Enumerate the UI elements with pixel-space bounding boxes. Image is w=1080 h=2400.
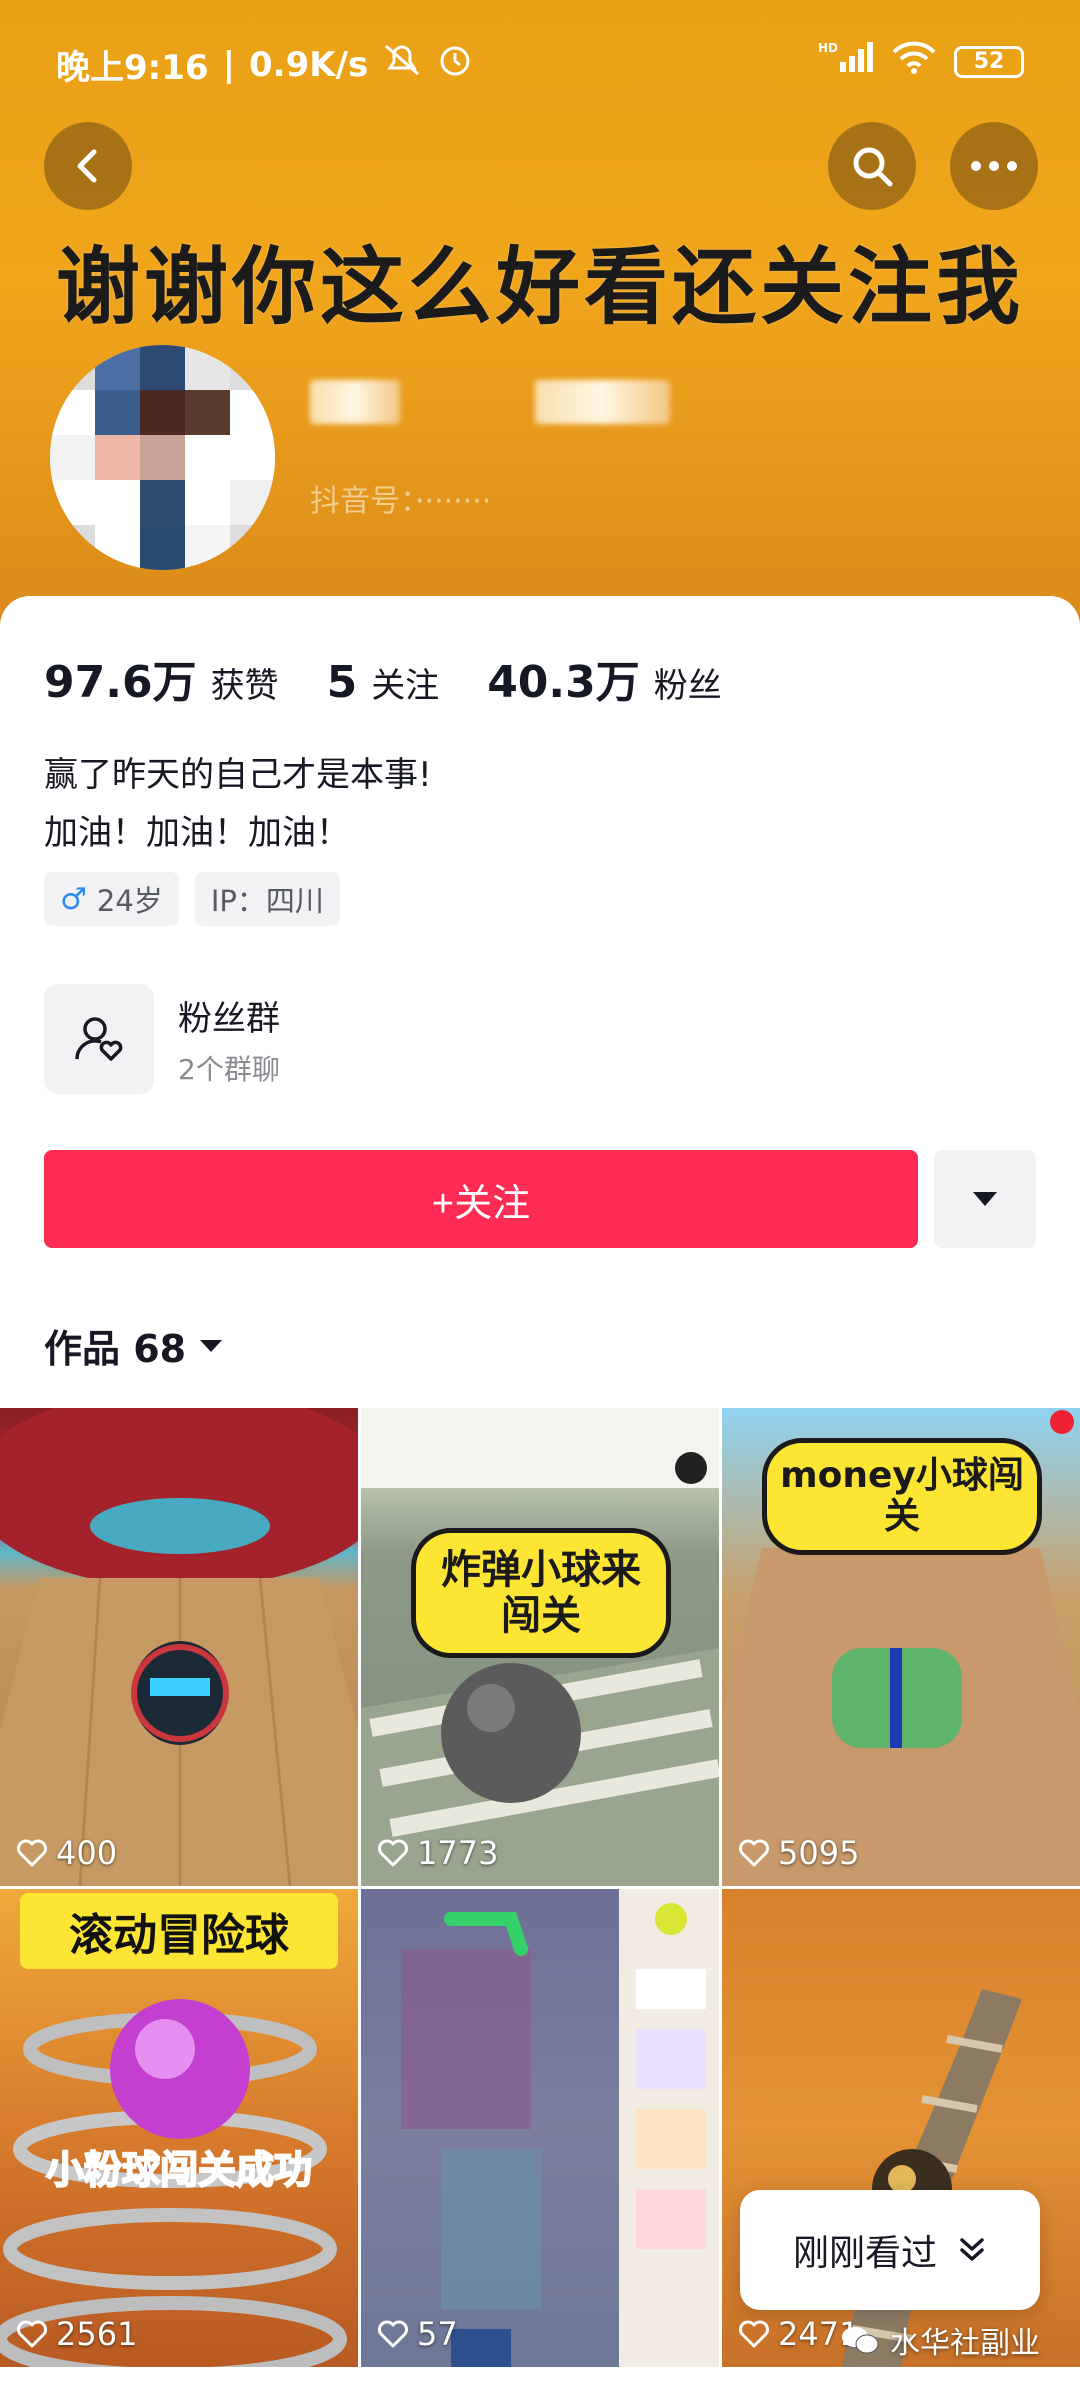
- watermark: 水华社副业: [840, 2318, 1040, 2362]
- mute-icon: [382, 42, 422, 87]
- video-like-count: 1773: [377, 1834, 498, 1872]
- video-thumbnail[interactable]: 57: [361, 1889, 719, 2367]
- group-heart-icon: [44, 984, 154, 1094]
- wifi-icon: [892, 40, 936, 83]
- search-icon: [853, 147, 893, 187]
- video-like-count: 5095: [738, 1834, 859, 1872]
- fan-group-entry[interactable]: 粉丝群 2个群聊: [44, 984, 280, 1094]
- status-bar: 晚上9:16 | 0.9K/s HD 52: [0, 0, 1080, 120]
- profile-stats: 97.6万 获赞 5 关注 40.3万 粉丝: [44, 646, 722, 710]
- video-thumbnail[interactable]: 炸弹小球来闯关 1773: [361, 1408, 719, 1886]
- bio-line: 加油！加油！加油！: [44, 813, 350, 853]
- heart-icon: [378, 1839, 408, 1867]
- video-caption: 炸弹小球来闯关: [411, 1528, 671, 1658]
- wechat-icon: [842, 2327, 879, 2354]
- banner-text: 谢谢你这么好看还关注我: [55, 238, 1024, 336]
- username-blurred: [310, 380, 400, 424]
- video-thumbnail[interactable]: 滚动冒险球 小粉球闯关成功 2561: [0, 1889, 358, 2367]
- video-caption: money小球闯关: [762, 1438, 1042, 1555]
- video-like-count: 2561: [16, 2315, 137, 2353]
- male-icon: ♂: [60, 881, 87, 917]
- avatar[interactable]: [50, 345, 275, 570]
- heart-icon: [17, 2320, 47, 2348]
- svg-text:HD: HD: [818, 41, 838, 55]
- alarm-icon: [436, 41, 474, 88]
- profile-bio: 赢了昨天的自己才是本事! 加油！加油！加油！: [44, 746, 432, 862]
- video-caption: 小粉球闯关成功: [45, 2147, 313, 2193]
- video-thumbnail[interactable]: money小球闯关 5095: [722, 1408, 1080, 1886]
- heart-icon: [378, 2320, 408, 2348]
- age-tag: ♂ 24岁: [44, 872, 179, 926]
- followers-stat[interactable]: 40.3万 粉丝: [487, 646, 722, 710]
- video-like-count: 400: [16, 1834, 117, 1872]
- video-like-count: 57: [377, 2315, 458, 2353]
- recently-viewed-button[interactable]: 刚刚看过: [740, 2190, 1040, 2310]
- profile-tags: ♂ 24岁 IP：四川: [44, 872, 340, 926]
- profile-banner: 晚上9:16 | 0.9K/s HD 52 谢谢你这么好看还关注我 抖音号：··…: [0, 0, 1080, 640]
- tab-works[interactable]: 作品 68: [44, 1318, 224, 1373]
- double-chevron-down-icon: [960, 2238, 984, 2261]
- status-time: 晚上9:16: [56, 48, 209, 88]
- following-stat[interactable]: 5 关注: [327, 657, 440, 708]
- video-caption: 滚动冒险球: [20, 1893, 338, 1969]
- bio-line: 赢了昨天的自己才是本事!: [44, 755, 432, 795]
- battery-icon: 52: [954, 45, 1024, 78]
- caret-down-icon: [200, 1339, 223, 1352]
- status-speed: 0.9K/s: [249, 44, 369, 85]
- video-thumbnail[interactable]: 400: [0, 1408, 358, 1886]
- follow-button[interactable]: +关注: [44, 1150, 918, 1248]
- chevron-left-icon: [77, 149, 97, 183]
- signal-icon: HD: [818, 40, 874, 83]
- home-indicator[interactable]: [340, 2380, 740, 2390]
- profile-screen: 晚上9:16 | 0.9K/s HD 52 谢谢你这么好看还关注我 抖音号：··…: [0, 0, 1080, 2400]
- heart-icon: [739, 1839, 769, 1867]
- fan-group-subtitle: 2个群聊: [178, 1052, 280, 1086]
- heart-icon: [739, 2320, 769, 2348]
- recommend-dropdown-button[interactable]: [934, 1150, 1036, 1248]
- fan-group-title: 粉丝群: [178, 998, 280, 1039]
- likes-stat[interactable]: 97.6万 获赞: [44, 646, 279, 710]
- search-button[interactable]: [828, 122, 916, 210]
- heart-icon: [17, 1839, 47, 1867]
- ip-location-tag: IP：四川: [194, 872, 340, 926]
- caret-down-icon: [973, 1192, 997, 1206]
- back-button[interactable]: [44, 122, 132, 210]
- account-id-blurred: 抖音号：········: [310, 484, 492, 519]
- more-dots-icon: [971, 161, 1017, 171]
- more-options-button[interactable]: [950, 122, 1038, 210]
